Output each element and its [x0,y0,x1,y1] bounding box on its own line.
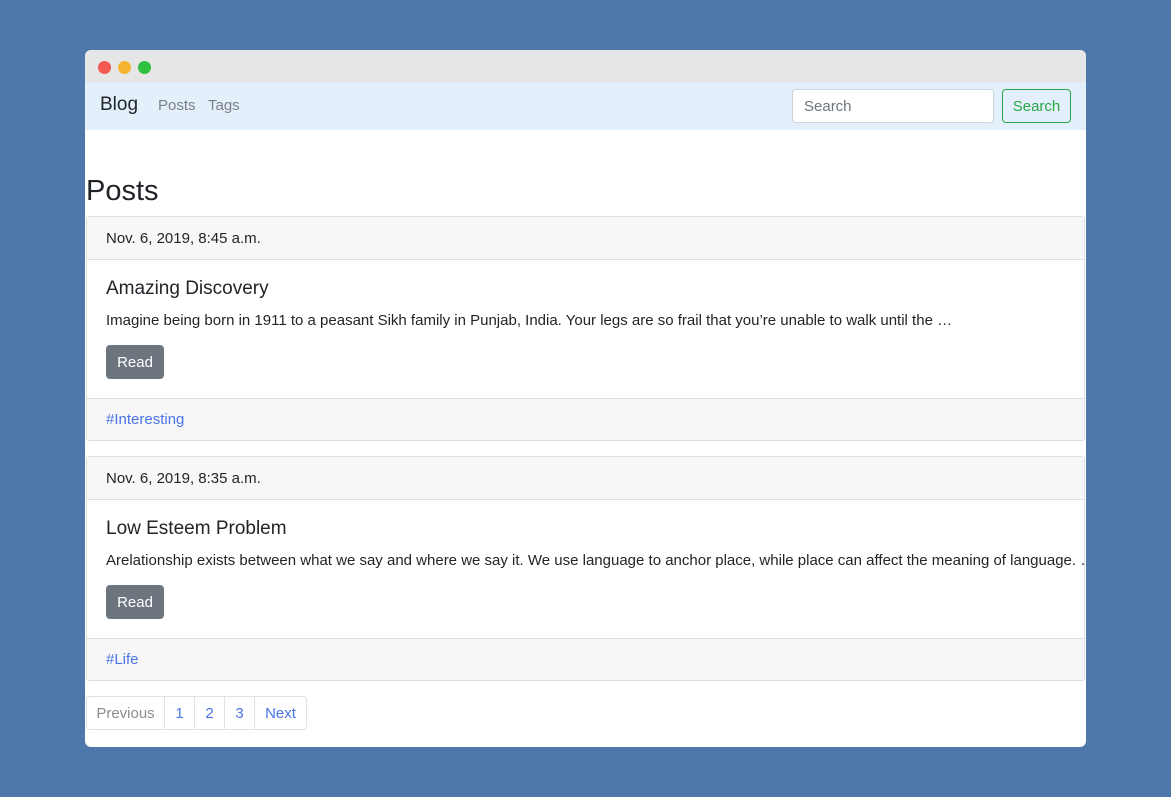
pagination-page-3[interactable]: 3 [224,696,255,730]
pagination-page-1[interactable]: 1 [164,696,195,730]
nav-link-tags[interactable]: Tags [208,97,240,114]
pagination-next[interactable]: Next [254,696,307,730]
post-title: Amazing Discovery [106,278,269,299]
search-button[interactable]: Search [1002,89,1071,123]
tag-link[interactable]: #Interesting [106,411,184,428]
post-date: Nov. 6, 2019, 8:45 a.m. [87,217,1084,260]
browser-window: Blog Posts Tags Search Posts Nov. 6, 201… [85,50,1086,747]
window-titlebar [85,50,1086,82]
tag-link[interactable]: #Life [106,651,139,668]
read-button[interactable]: Read [106,585,164,619]
pagination-previous[interactable]: Previous [86,696,165,730]
pagination-page-2[interactable]: 2 [194,696,225,730]
page-title: Posts [86,175,159,207]
pagination: Previous 1 2 3 Next [86,696,307,730]
post-excerpt: Imagine being born in 1911 to a peasant … [106,312,953,329]
post-date: Nov. 6, 2019, 8:35 a.m. [87,457,1084,500]
post-footer: #Interesting [87,398,1084,440]
nav-link-posts[interactable]: Posts [158,97,196,114]
post-excerpt: Arelationship exists between what we say… [106,552,1086,569]
post-footer: #Life [87,638,1084,680]
search-input[interactable] [792,89,994,123]
brand-link[interactable]: Blog [100,94,138,116]
post-body: Low Esteem Problem Arelationship exists … [87,500,1086,638]
post-card: Nov. 6, 2019, 8:45 a.m. Amazing Discover… [86,216,1085,441]
post-title: Low Esteem Problem [106,518,287,539]
post-card: Nov. 6, 2019, 8:35 a.m. Low Esteem Probl… [86,456,1086,681]
navbar: Blog Posts Tags Search [85,82,1086,130]
read-button[interactable]: Read [106,345,164,379]
maximize-window-icon[interactable] [138,61,151,74]
minimize-window-icon[interactable] [118,61,131,74]
close-window-icon[interactable] [98,61,111,74]
post-body: Amazing Discovery Imagine being born in … [87,260,1084,398]
